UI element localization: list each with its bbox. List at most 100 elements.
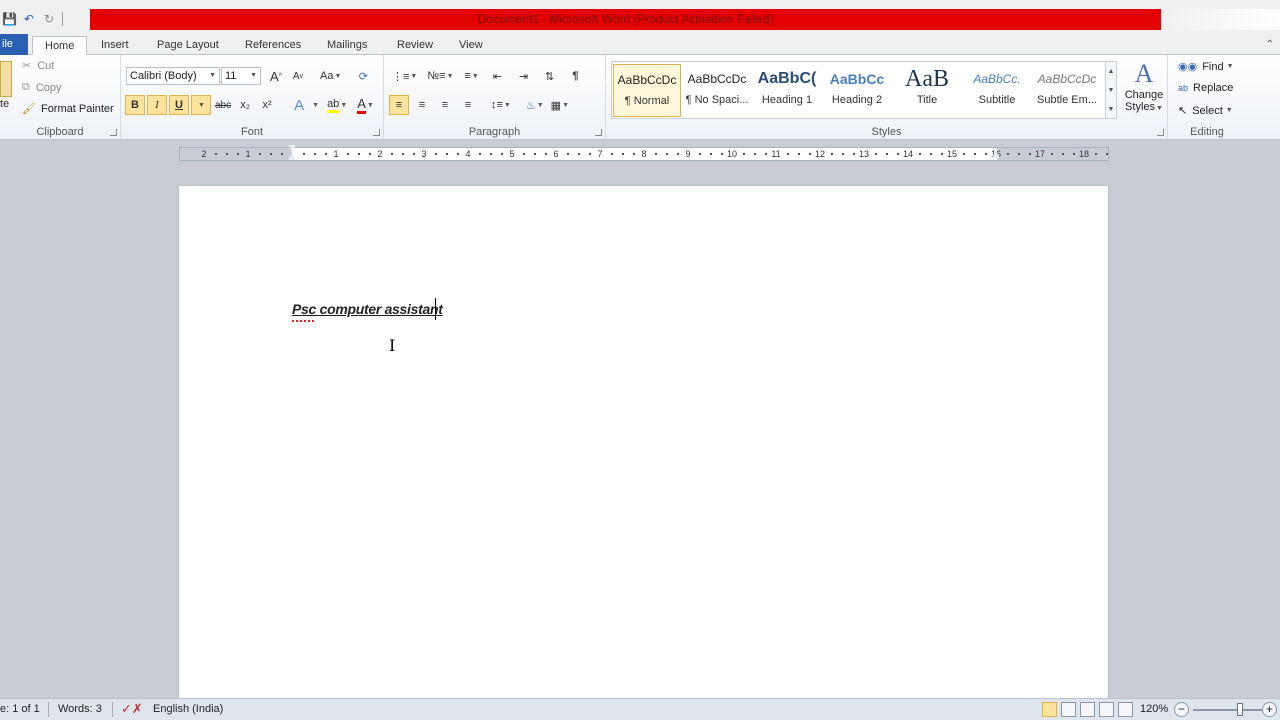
strikethrough-button[interactable]: abc [213, 95, 233, 115]
underline-button[interactable]: U [169, 95, 189, 115]
tab-mailings[interactable]: Mailings [327, 36, 367, 55]
right-indent-marker[interactable] [992, 151, 1000, 158]
select-button[interactable]: ↖ Select ▼ [1178, 104, 1233, 118]
proofing-errors-icon[interactable]: ✓✗ [121, 701, 143, 717]
tab-view[interactable]: View [459, 36, 483, 55]
superscript-button[interactable]: x² [257, 95, 277, 115]
styles-dialog-launcher[interactable] [1157, 129, 1164, 136]
italic-button[interactable]: I [147, 95, 167, 115]
zoom-slider[interactable] [1193, 709, 1271, 711]
replace-button[interactable]: ab Replace [1178, 82, 1233, 94]
document-page[interactable]: Psc computer assistant I [179, 186, 1108, 706]
word-count[interactable]: Words: 3 [58, 703, 102, 715]
clipboard-dialog-launcher[interactable] [110, 129, 117, 136]
font-group: Calibri (Body) ▼ 11 ▼ A ^ Av Aa ▼ ⟳ B I U … [121, 55, 384, 140]
tab-review[interactable]: Review [397, 36, 433, 55]
style-preview: AaB [905, 66, 949, 92]
zoom-level[interactable]: 120% [1140, 703, 1168, 715]
collapse-ribbon-icon[interactable]: ⌃ [1266, 39, 1274, 50]
underline-dropdown[interactable]: ▼ [191, 95, 211, 115]
numbering-icon: №≡ [427, 70, 446, 82]
style-heading-2[interactable]: AaBbCc Heading 2 [823, 64, 891, 117]
font-size-combo[interactable]: 11 ▼ [221, 67, 261, 85]
multilevel-list-button[interactable]: ≡ ▼ [462, 66, 482, 86]
format-painter-button[interactable]: 🖌 Format Painter [22, 102, 114, 116]
bold-button[interactable]: B [125, 95, 145, 115]
paste-icon[interactable] [0, 61, 12, 97]
styles-gallery-scroll[interactable]: ▲ ▼ ▼ [1105, 61, 1117, 119]
decrease-indent-icon[interactable]: ⇤ [488, 66, 508, 86]
style-title[interactable]: AaB Title [893, 64, 961, 117]
zoom-in-button[interactable]: + [1262, 702, 1277, 717]
cut-button[interactable]: ✂ Cut [22, 59, 54, 73]
paragraph-dialog-launcher[interactable] [595, 129, 602, 136]
show-hide-marks-button[interactable]: ¶ [566, 66, 586, 86]
first-line-indent-marker[interactable] [288, 145, 296, 151]
tab-page-layout[interactable]: Page Layout [157, 36, 219, 55]
ruler-tick [897, 153, 899, 155]
style-subtitle[interactable]: AaBbCc. Subtitle [963, 64, 1031, 117]
zoom-out-button[interactable]: − [1174, 702, 1189, 717]
font-name-combo[interactable]: Calibri (Body) ▼ [126, 67, 220, 85]
change-case-button[interactable]: Aa ▼ [318, 66, 343, 86]
line-spacing-button[interactable]: ↕≡ ▼ [489, 95, 513, 115]
numbering-button[interactable]: №≡ ▼ [425, 66, 455, 86]
tab-home[interactable]: Home [32, 36, 88, 55]
language-indicator[interactable]: English (India) [153, 703, 223, 715]
style-name: Title [916, 94, 938, 106]
print-layout-view-icon[interactable] [1042, 702, 1057, 717]
ruler-tick [226, 153, 228, 155]
page-count[interactable]: e: 1 of 1 [0, 703, 40, 715]
copy-button[interactable]: ⧉ Copy [22, 81, 62, 94]
tab-references[interactable]: References [245, 36, 301, 55]
style-no-spacing[interactable]: AaBbCcDc ¶ No Spaci... [683, 64, 751, 117]
document-text[interactable]: Psc computer assistant [292, 301, 443, 317]
undo-icon[interactable]: ↶ [22, 12, 36, 26]
ruler-number: 1 [333, 149, 339, 159]
tab-file[interactable]: ile [0, 34, 28, 55]
web-layout-view-icon[interactable] [1080, 702, 1095, 717]
shrink-font-button[interactable]: Av [288, 66, 308, 86]
zoom-slider-thumb[interactable] [1237, 703, 1243, 716]
shading-button[interactable]: ♨ ▼ [524, 95, 546, 115]
align-right-icon[interactable]: ≡ [435, 95, 455, 115]
paste-label[interactable]: te [0, 98, 9, 110]
ruler-tick [710, 153, 712, 155]
ruler-tick [743, 153, 745, 155]
horizontal-ruler[interactable]: 2 1 1 2 3 4 5 6 7 8 9 10 11 12 13 14 15 16 17 18 [179, 145, 1109, 161]
justify-icon[interactable]: ≡ [458, 95, 478, 115]
redo-icon[interactable]: ↻ [42, 12, 56, 26]
highlight-color-button[interactable]: ab ▼ [325, 95, 349, 115]
draft-view-icon[interactable] [1118, 702, 1133, 717]
ruler-tick [446, 153, 448, 155]
ruler-tick [974, 153, 976, 155]
save-icon[interactable]: 💾 [2, 12, 17, 26]
align-left-icon[interactable]: ≡ [389, 95, 409, 115]
font-dialog-launcher[interactable] [373, 129, 380, 136]
bullets-button[interactable]: ⋮≡ ▼ [390, 66, 419, 86]
sort-icon[interactable]: ⇅ [540, 66, 560, 86]
text-effects-icon[interactable]: A [289, 95, 309, 115]
tab-insert[interactable]: Insert [101, 36, 129, 55]
outline-view-icon[interactable] [1099, 702, 1114, 717]
styles-group-label: Styles [871, 126, 902, 138]
subscript-button[interactable]: x₂ [235, 95, 255, 115]
style-normal[interactable]: AaBbCcDc ¶ Normal [613, 64, 681, 117]
ruler-tick [842, 153, 844, 155]
change-styles-button[interactable]: A Change Styles▼ [1122, 59, 1166, 113]
ribbon-tabs: ile Home Insert Page Layout References M… [0, 34, 1280, 55]
grow-font-button[interactable]: A ^ [266, 66, 286, 86]
font-color-button[interactable]: A ▼ [355, 95, 376, 115]
ruler-tick [479, 153, 481, 155]
increase-indent-icon[interactable]: ⇥ [514, 66, 534, 86]
align-center-icon[interactable]: ≡ [412, 95, 432, 115]
style-subtle-emphasis[interactable]: AaBbCcDc Subtle Em... [1033, 64, 1101, 117]
find-button[interactable]: ◉◉ Find ▼ [1178, 60, 1234, 74]
borders-button[interactable]: ▦ ▼ [549, 95, 571, 115]
ruler-number: 1 [245, 149, 251, 159]
font-color-label: A [357, 96, 366, 114]
style-heading-1[interactable]: AaBbC( Heading 1 [753, 64, 821, 117]
hanging-indent-marker[interactable] [288, 154, 296, 160]
clear-formatting-icon[interactable]: ⟳ [353, 66, 373, 86]
full-screen-reading-icon[interactable] [1061, 702, 1076, 717]
